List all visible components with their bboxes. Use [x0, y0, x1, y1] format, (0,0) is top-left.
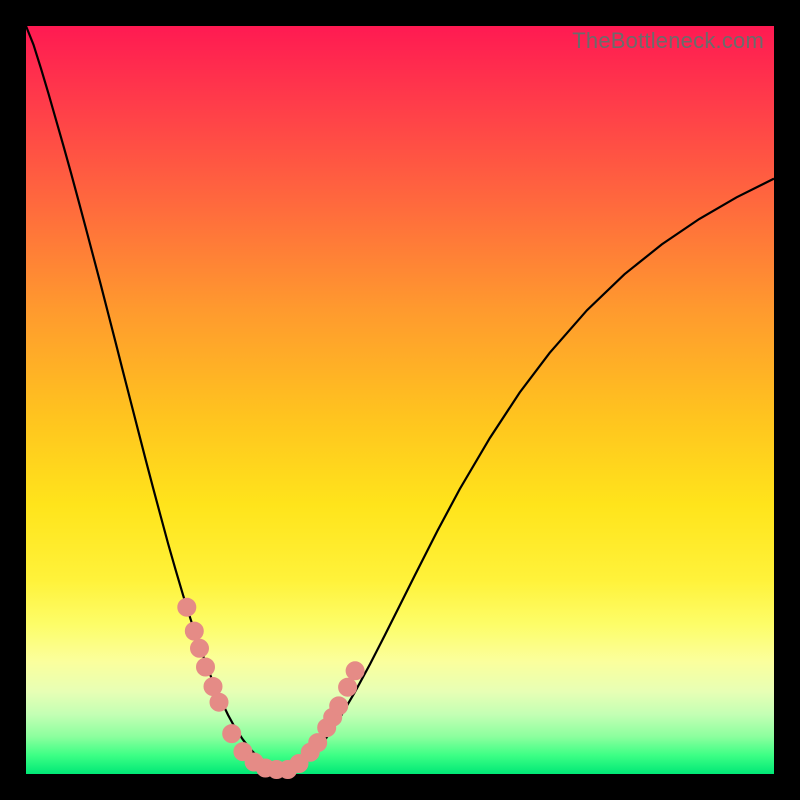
data-point	[210, 693, 228, 711]
data-point	[223, 725, 241, 743]
data-point	[330, 697, 348, 715]
curve-path	[26, 26, 774, 772]
data-point	[346, 662, 364, 680]
data-point	[185, 622, 203, 640]
data-point	[197, 658, 215, 676]
chart-frame: TheBottleneck.com	[26, 26, 774, 774]
data-point	[178, 598, 196, 616]
data-point	[191, 639, 209, 657]
bottleneck-curve	[26, 26, 774, 774]
data-point-markers	[178, 598, 364, 778]
data-point	[339, 678, 357, 696]
